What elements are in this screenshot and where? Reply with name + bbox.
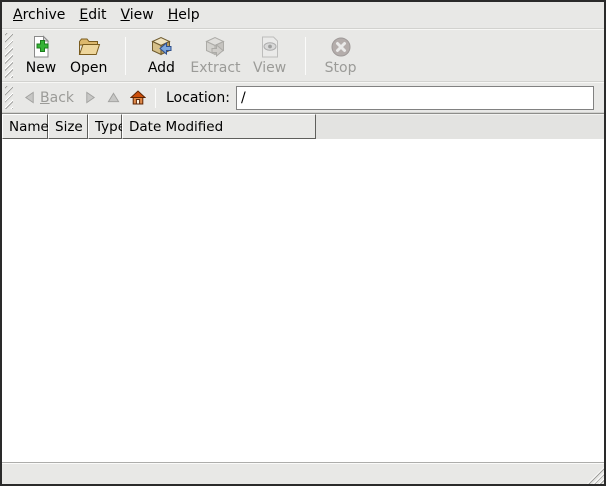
column-header-filler [316,114,604,139]
column-header-date-modified[interactable]: Date Modified [122,114,316,139]
new-archive-icon [29,35,53,59]
location-bar-drag-handle[interactable] [5,86,13,109]
view-file-icon [258,35,282,59]
location-input[interactable] [236,86,594,110]
extract-button[interactable]: Extract [184,32,246,80]
statusbar [2,463,604,484]
up-arrow-icon [107,91,120,104]
add-button-label: Add [148,60,175,76]
file-list-header: Name Size Type Date Modified [2,113,604,139]
location-label: Location: [166,90,230,106]
forward-button[interactable] [79,88,102,107]
menu-edit[interactable]: Edit [72,3,113,27]
extract-button-label: Extract [190,60,240,76]
back-button-label: Back [40,90,74,106]
file-list[interactable] [2,139,604,463]
toolbar-drag-handle[interactable] [5,33,13,78]
toolbar-separator [305,37,306,75]
open-button[interactable]: Open [64,32,113,80]
toolbar-separator [125,37,126,75]
resize-grip[interactable] [587,467,604,484]
back-button[interactable]: Back [18,87,79,109]
column-header-type[interactable]: Type [88,114,122,139]
stop-icon [329,35,353,59]
home-button[interactable] [125,87,151,108]
open-button-label: Open [70,60,107,76]
new-button[interactable]: New [18,32,64,80]
menubar: Archive Edit View Help [2,2,604,29]
menu-help[interactable]: Help [161,3,207,27]
stop-button[interactable]: Stop [318,32,364,80]
column-header-size[interactable]: Size [48,114,88,139]
up-button[interactable] [102,88,125,107]
home-icon [130,90,146,105]
main-toolbar: New Open Add [2,29,604,82]
menu-archive[interactable]: Archive [6,3,72,27]
location-bar: Back Location: [2,82,604,113]
column-header-name[interactable]: Name [2,114,48,139]
open-archive-icon [77,35,101,59]
archive-manager-window: Archive Edit View Help New [0,0,606,486]
back-arrow-icon [23,91,36,104]
new-button-label: New [26,60,57,76]
view-button-label: View [253,60,286,76]
navbar-separator [155,88,156,108]
add-button[interactable]: Add [138,32,184,80]
extract-icon [203,35,227,59]
add-files-icon [149,35,173,59]
menu-view[interactable]: View [114,3,161,27]
view-button[interactable]: View [247,32,293,80]
forward-arrow-icon [84,91,97,104]
stop-button-label: Stop [325,60,357,76]
